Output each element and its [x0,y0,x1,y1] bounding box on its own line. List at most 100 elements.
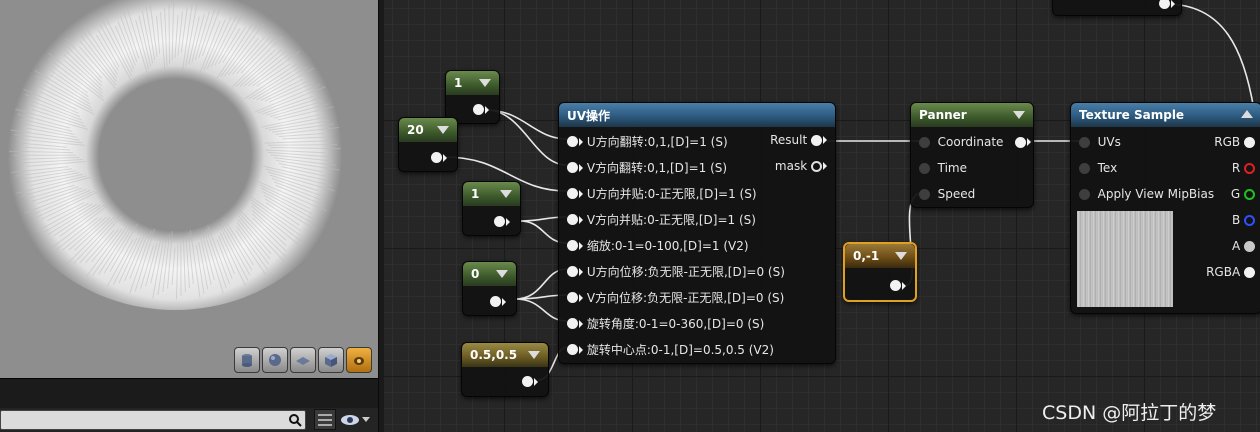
input-pin[interactable] [1079,162,1090,174]
output-pin[interactable] [890,280,901,291]
node-title: UV操作 [567,108,611,123]
pin-arrow-icon [534,377,538,386]
collapse-icon[interactable] [1013,111,1025,119]
search-icon[interactable] [288,412,302,431]
input-label: 旋转中心点:0-1,[D]=0.5,0.5 (V2) [586,343,774,357]
list-icon[interactable] [314,409,336,430]
output-pin[interactable] [1014,136,1026,148]
input-pin[interactable] [567,162,578,173]
output-pin[interactable] [1244,136,1255,148]
panel-divider [0,378,378,408]
output-pin[interactable] [1244,162,1255,174]
input-pin[interactable] [567,214,578,225]
input-pin[interactable] [567,266,578,277]
input-label: V方向并贴:0-正无限,[D]=1 (S) [586,213,756,227]
constant-value: 20 [407,123,424,137]
input-pin[interactable] [567,344,578,355]
collapse-icon[interactable] [496,270,508,278]
constant-node-20[interactable]: 20 [398,117,458,172]
constant-node-0-neg1[interactable]: 0,-1 [843,242,917,302]
input-label: Tex [1097,161,1118,175]
chevron-down-icon [362,416,370,422]
input-pin[interactable] [567,136,578,147]
output-pin[interactable] [473,104,484,115]
output-label: RGBA [1206,265,1241,279]
output-pin[interactable] [431,152,442,163]
panner-header: Panner [911,103,1033,127]
input-pin[interactable] [919,162,930,174]
output-label: G [1230,187,1241,201]
pin-arrow-icon [579,267,583,276]
teapot-icon[interactable] [346,347,372,373]
collapse-icon[interactable] [479,79,491,87]
output-pin[interactable] [494,216,505,227]
constant-node-0[interactable]: 0 [462,261,517,316]
material-editor: 1 20 1 0 0.5,0.5 UV操作 U方向翻转:0,1,[D]=1 (S… [0,0,1260,432]
constant-node-header: 1 [446,71,499,95]
pin-arrow-icon [902,281,906,290]
preview-shape-toolbar [234,347,372,373]
output-pin[interactable] [490,296,501,307]
pin-arrow-icon [579,345,583,354]
offscreen-node[interactable] [1052,0,1182,16]
pin-arrow-icon [823,162,827,170]
constant-node-header: 0,-1 [845,244,915,268]
constant-node-header: 20 [399,118,457,142]
panner-node[interactable]: Panner Coordinate Time Speed [910,102,1034,208]
pin-arrow-icon [579,293,583,302]
cylinder-icon[interactable] [234,347,260,373]
constant-node-header: 1 [463,182,520,206]
constant-value: 0.5,0.5 [470,348,518,362]
input-label: V方向位移:负无限-正无限,[D]=0 (S) [586,291,785,305]
output-label: mask [774,159,808,173]
output-pin[interactable] [1244,188,1255,200]
output-label: RGB [1214,135,1241,149]
input-pin[interactable] [919,188,930,200]
collapse-icon[interactable] [528,351,540,359]
constant-node-1b[interactable]: 1 [462,181,521,236]
sphere-icon[interactable] [262,347,288,373]
input-label: U方向并贴:0-正无限,[D]=1 (S) [586,187,757,201]
pin-arrow-icon [485,105,489,114]
constant-node-1[interactable]: 1 [445,70,500,124]
node-graph-canvas[interactable]: 1 20 1 0 0.5,0.5 UV操作 U方向翻转:0,1,[D]=1 (S… [384,0,1260,432]
constant-value: 0,-1 [853,249,880,263]
output-pin[interactable] [1244,266,1255,278]
collapse-icon[interactable] [437,126,449,134]
pin-arrow-icon [579,241,583,250]
input-pin[interactable] [1079,188,1090,200]
output-pin[interactable] [1244,214,1255,226]
input-pin[interactable] [567,188,578,199]
input-label: U方向翻转:0,1,[D]=1 (S) [586,135,728,149]
output-pin[interactable] [811,160,822,172]
texture-sample-header: Texture Sample [1071,103,1260,127]
collapse-icon[interactable] [1241,110,1253,118]
pin-arrow-icon [579,215,583,224]
collapse-icon[interactable] [500,190,512,198]
plane-icon[interactable] [290,347,316,373]
input-pin[interactable] [919,136,930,148]
pin-arrow-icon [502,297,506,306]
output-pin[interactable] [1244,240,1255,252]
palette-search-input[interactable] [0,410,306,430]
input-pin[interactable] [567,240,578,251]
preview-viewport[interactable] [0,0,378,378]
input-pin[interactable] [567,292,578,303]
pin-arrow-icon [579,163,583,172]
output-pin[interactable] [811,134,822,146]
output-label: A [1231,239,1241,253]
collapse-icon[interactable] [895,252,907,260]
constant-value: 1 [454,76,463,90]
output-pin[interactable] [522,376,533,387]
pin-arrow-icon [579,189,583,198]
constant-node-0.5[interactable]: 0.5,0.5 [461,342,549,397]
input-label: 缩放:0-1=0-100,[D]=1 (V2) [586,239,749,253]
input-pin[interactable] [1079,136,1090,148]
texture-sample-node[interactable]: Texture Sample UVs Tex Apply View MipBia… [1070,102,1260,314]
input-pin[interactable] [567,318,578,329]
uv-operation-node[interactable]: UV操作 U方向翻转:0,1,[D]=1 (S) V方向翻转:0,1,[D]=1… [558,102,836,364]
eye-icon[interactable] [340,409,376,430]
pin-arrow-icon [1171,0,1175,8]
cube-icon[interactable] [318,347,344,373]
output-pin[interactable] [1159,0,1170,9]
